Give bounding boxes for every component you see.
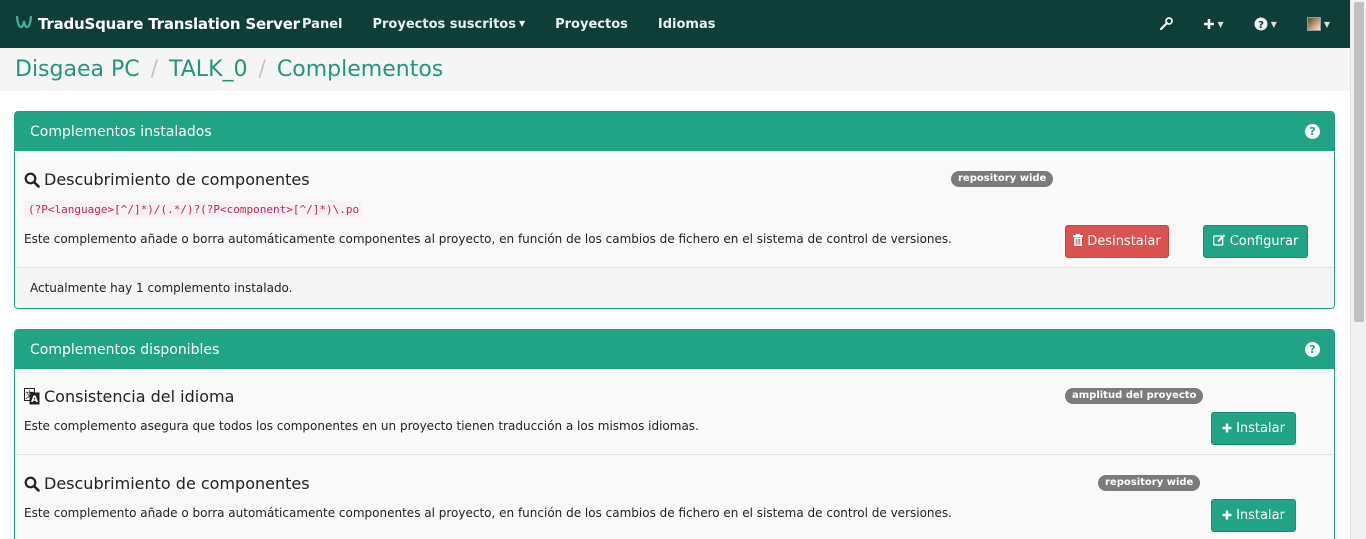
breadcrumb-project[interactable]: Disgaea PC — [15, 57, 140, 82]
panel-title: Complementos instalados — [30, 123, 212, 140]
language-icon: 文A — [24, 388, 40, 405]
scrollbar-thumb[interactable] — [1354, 2, 1364, 322]
edit-icon — [1212, 234, 1226, 249]
nav-languages-label: Idiomas — [657, 16, 716, 32]
breadcrumb-separator: / — [150, 57, 159, 82]
install-button[interactable]: Instalar — [1211, 499, 1296, 532]
install-button[interactable]: Instalar — [1211, 412, 1296, 445]
caret-down-icon: ▼ — [518, 18, 526, 28]
install-label: Instalar — [1236, 421, 1285, 436]
installed-addons-heading: Complementos instalados ? — [15, 112, 1334, 151]
top-navbar: TraduSquare Translation Server Panel Pro… — [0, 0, 1350, 48]
search-icon — [24, 476, 40, 492]
nav-subscribed-projects-label: Proyectos suscritos — [372, 16, 516, 32]
breadcrumb-component[interactable]: TALK_0 — [169, 57, 247, 82]
installed-count-text: Actualmente hay 1 complemento instalado. — [30, 281, 293, 295]
addon-title: 文A Consistencia del idioma — [24, 387, 234, 406]
available-addon-item: Descubrimiento de componentes repository… — [15, 455, 1334, 539]
caret-down-icon: ▼ — [1217, 19, 1224, 29]
page-scrollbar[interactable] — [1350, 0, 1366, 539]
nav-right: ▼ ? ▼ ▼ — [1159, 0, 1350, 48]
addon-description: Este complemento añade o borra automátic… — [24, 232, 952, 246]
configure-button[interactable]: Configurar — [1203, 225, 1308, 258]
plus-icon — [1222, 509, 1232, 523]
nav-panel-label: Panel — [302, 16, 343, 32]
trash-icon — [1073, 234, 1084, 249]
brand[interactable]: TraduSquare Translation Server — [0, 15, 300, 33]
addon-regex: (?P<language>[^/]*)/(.*/)?(?P<component>… — [24, 201, 364, 218]
nav-subscribed-projects[interactable]: Proyectos suscritos ▼ — [372, 17, 525, 32]
question-circle-icon: ? — [1254, 17, 1268, 31]
addon-title-text: Consistencia del idioma — [44, 387, 235, 406]
install-label: Instalar — [1236, 508, 1285, 523]
addon-title-text: Descubrimiento de componentes — [44, 170, 310, 189]
breadcrumb-page[interactable]: Complementos — [277, 57, 443, 82]
nav-panel[interactable]: Panel — [302, 17, 342, 32]
installed-addon-item: Descubrimiento de componentes repository… — [15, 151, 1334, 268]
breadcrumb-separator: / — [258, 57, 266, 82]
panel-title: Complementos disponibles — [30, 341, 220, 358]
add-menu[interactable]: ▼ — [1203, 18, 1224, 30]
help-menu[interactable]: ? ▼ — [1254, 17, 1277, 31]
wrench-icon[interactable] — [1159, 17, 1173, 31]
addon-description: Este complemento añade o borra automátic… — [24, 506, 952, 520]
user-menu[interactable]: ▼ — [1306, 17, 1330, 31]
nav-languages[interactable]: Idiomas — [658, 17, 716, 32]
help-icon[interactable]: ? — [1305, 342, 1320, 357]
nav-projects-label: Proyectos — [555, 16, 628, 32]
svg-text:A: A — [31, 395, 38, 405]
scope-badge: repository wide — [951, 171, 1054, 187]
nav-projects[interactable]: Proyectos — [555, 17, 628, 32]
addon-title: Descubrimiento de componentes — [24, 474, 310, 493]
caret-down-icon: ▼ — [1323, 19, 1330, 29]
available-addon-item: 文A Consistencia del idioma amplitud del … — [15, 369, 1334, 455]
addon-title-text: Descubrimiento de componentes — [44, 474, 310, 493]
addon-description: Este complemento asegura que todos los c… — [24, 419, 699, 433]
available-addons-heading: Complementos disponibles ? — [15, 330, 1334, 369]
main-nav: Panel Proyectos suscritos ▼ Proyectos Idi… — [302, 17, 745, 32]
uninstall-label: Desinstalar — [1087, 234, 1161, 249]
installed-count-footer: Actualmente hay 1 complemento instalado. — [15, 268, 1334, 308]
breadcrumb: Disgaea PC / TALK_0 / Complementos — [0, 48, 1350, 91]
brand-name: TraduSquare Translation Server — [38, 15, 300, 33]
avatar-icon — [1306, 17, 1321, 31]
caret-down-icon: ▼ — [1270, 19, 1277, 29]
search-icon — [24, 172, 40, 188]
help-icon[interactable]: ? — [1305, 124, 1320, 139]
addon-title: Descubrimiento de componentes — [24, 170, 310, 189]
scope-badge: amplitud del proyecto — [1065, 388, 1204, 404]
configure-label: Configurar — [1229, 234, 1299, 249]
svg-text:?: ? — [1258, 20, 1264, 31]
installed-addons-panel: Complementos instalados ? Descubrimiento… — [14, 111, 1335, 309]
uninstall-button[interactable]: Desinstalar — [1065, 225, 1169, 258]
plus-icon — [1222, 422, 1232, 436]
weblate-logo-icon — [15, 15, 33, 33]
available-addons-panel: Complementos disponibles ? 文A Consistenc… — [14, 329, 1335, 539]
scope-badge: repository wide — [1098, 475, 1201, 491]
plus-icon — [1203, 19, 1214, 29]
